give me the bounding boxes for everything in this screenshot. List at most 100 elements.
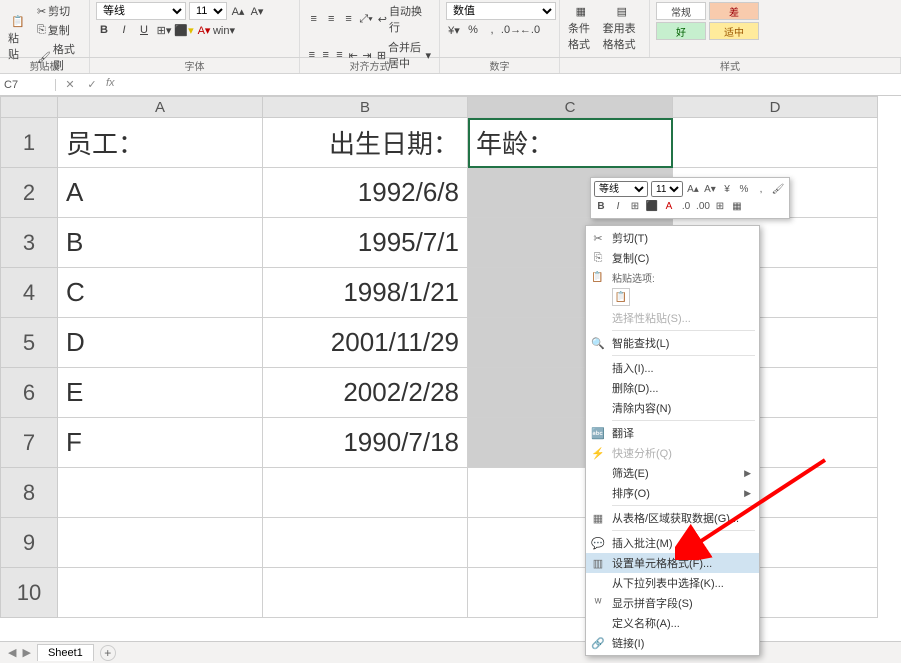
align-mid-icon[interactable]: ≡ xyxy=(323,11,338,27)
ctx-format-cells[interactable]: ▥设置单元格格式(F)... xyxy=(586,553,759,573)
row-head-3[interactable]: 3 xyxy=(0,218,58,268)
row-head-6[interactable]: 6 xyxy=(0,368,58,418)
mini-italic-icon[interactable]: I xyxy=(611,199,625,213)
increase-font-icon[interactable]: A▴ xyxy=(230,3,246,19)
col-head-d[interactable]: D xyxy=(673,96,878,118)
cell-a1[interactable]: 员工： xyxy=(58,118,263,168)
ctx-delete[interactable]: 删除(D)... xyxy=(586,378,759,398)
row-head-4[interactable]: 4 xyxy=(0,268,58,318)
mini-percent-icon[interactable]: % xyxy=(737,182,751,196)
cell-b8[interactable] xyxy=(263,468,468,518)
comma-icon[interactable]: , xyxy=(484,22,500,38)
number-format-select[interactable]: 数值 xyxy=(446,2,556,20)
enter-icon[interactable]: ✓ xyxy=(84,77,100,93)
col-head-c[interactable]: C xyxy=(468,96,673,118)
currency-icon[interactable]: ¥▾ xyxy=(446,22,462,38)
font-color-button[interactable]: A▾ xyxy=(196,22,212,38)
dec-decimal-icon[interactable]: ←.0 xyxy=(522,22,538,38)
cell-a10[interactable] xyxy=(58,568,263,618)
sheet-nav-prev[interactable]: ◀ xyxy=(8,646,16,659)
cell-b9[interactable] xyxy=(263,518,468,568)
mini-dec-font-icon[interactable]: A▾ xyxy=(703,182,717,196)
cell-b2[interactable]: 1992/6/8 xyxy=(263,168,468,218)
row-head-8[interactable]: 8 xyxy=(0,468,58,518)
mini-inc-dec-icon[interactable]: .0 xyxy=(679,199,693,213)
mini-currency-icon[interactable]: ¥ xyxy=(720,182,734,196)
row-head-9[interactable]: 9 xyxy=(0,518,58,568)
row-head-5[interactable]: 5 xyxy=(0,318,58,368)
ctx-filter[interactable]: 筛选(E)▶ xyxy=(586,463,759,483)
border-button[interactable]: ⊞▾ xyxy=(156,22,172,38)
align-bot-icon[interactable]: ≡ xyxy=(341,11,356,27)
ctx-smart-lookup[interactable]: 🔍智能查找(L) xyxy=(586,333,759,353)
mini-comma-icon[interactable]: , xyxy=(754,182,768,196)
decrease-font-icon[interactable]: A▾ xyxy=(249,3,265,19)
font-name-select[interactable]: 等线 xyxy=(96,2,186,20)
ctx-link[interactable]: 🔗链接(I) xyxy=(586,633,759,653)
cell-b3[interactable]: 1995/7/1 xyxy=(263,218,468,268)
cell-a9[interactable] xyxy=(58,518,263,568)
row-head-7[interactable]: 7 xyxy=(0,418,58,468)
cell-b7[interactable]: 1990/7/18 xyxy=(263,418,468,468)
ctx-from-table[interactable]: ▦从表格/区域获取数据(G)... xyxy=(586,508,759,528)
ctx-insert[interactable]: 插入(I)... xyxy=(586,358,759,378)
fill-color-button[interactable]: ⬛▾ xyxy=(176,22,192,38)
ctx-pick-list[interactable]: 从下拉列表中选择(K)... xyxy=(586,573,759,593)
cell-a3[interactable]: B xyxy=(58,218,263,268)
paste-button[interactable]: 📋 粘贴 xyxy=(6,14,30,63)
mini-font-select[interactable]: 等线 xyxy=(594,181,648,197)
cell-a5[interactable]: D xyxy=(58,318,263,368)
mini-merge-icon[interactable]: ⊞ xyxy=(713,199,727,213)
copy-button[interactable]: ⎘复制 xyxy=(35,21,83,39)
underline-button[interactable]: U xyxy=(136,22,152,38)
cell-style-normal[interactable]: 常规 xyxy=(656,2,706,20)
bold-button[interactable]: B xyxy=(96,22,112,38)
ctx-sort[interactable]: 排序(O)▶ xyxy=(586,483,759,503)
font-size-select[interactable]: 11 xyxy=(189,2,227,20)
mini-fill-icon[interactable]: ⬛ xyxy=(645,199,659,213)
cell-b1[interactable]: 出生日期： xyxy=(263,118,468,168)
row-head-10[interactable]: 10 xyxy=(0,568,58,618)
cell-c1[interactable]: 年龄： xyxy=(468,118,673,168)
cell-a8[interactable] xyxy=(58,468,263,518)
row-head-1[interactable]: 1 xyxy=(0,118,58,168)
percent-icon[interactable]: % xyxy=(465,22,481,38)
italic-button[interactable]: I xyxy=(116,22,132,38)
sheet-nav-next[interactable]: ▶ xyxy=(22,646,30,659)
mini-cond-icon[interactable]: ▦ xyxy=(730,199,744,213)
col-head-a[interactable]: A xyxy=(58,96,263,118)
select-all-corner[interactable] xyxy=(0,96,58,118)
mini-dec-dec-icon[interactable]: .00 xyxy=(696,199,710,213)
phonetic-button[interactable]: win▾ xyxy=(216,22,232,38)
cancel-icon[interactable]: ✕ xyxy=(62,77,78,93)
mini-bold-icon[interactable]: B xyxy=(594,199,608,213)
cell-b10[interactable] xyxy=(263,568,468,618)
cut-button[interactable]: ✂剪切 xyxy=(35,2,83,20)
mini-inc-font-icon[interactable]: A▴ xyxy=(686,182,700,196)
cell-a6[interactable]: E xyxy=(58,368,263,418)
ctx-phonetic[interactable]: ᵂ显示拼音字段(S) xyxy=(586,593,759,613)
add-sheet-button[interactable]: + xyxy=(100,645,116,661)
inc-decimal-icon[interactable]: .0→ xyxy=(503,22,519,38)
ctx-cut[interactable]: ✂剪切(T) xyxy=(586,228,759,248)
cell-b4[interactable]: 1998/1/21 xyxy=(263,268,468,318)
align-top-icon[interactable]: ≡ xyxy=(306,11,321,27)
ctx-copy[interactable]: ⎘复制(C) xyxy=(586,248,759,268)
ctx-insert-comment[interactable]: 💬插入批注(M) xyxy=(586,533,759,553)
cell-b6[interactable]: 2002/2/28 xyxy=(263,368,468,418)
cell-a2[interactable]: A xyxy=(58,168,263,218)
cell-style-good[interactable]: 好 xyxy=(656,22,706,40)
col-head-b[interactable]: B xyxy=(263,96,468,118)
fx-icon[interactable]: fx xyxy=(106,77,119,93)
row-head-2[interactable]: 2 xyxy=(0,168,58,218)
mini-fontcolor-icon[interactable]: A xyxy=(662,199,676,213)
ctx-translate[interactable]: 🔤翻译 xyxy=(586,423,759,443)
ctx-define-name[interactable]: 定义名称(A)... xyxy=(586,613,759,633)
mini-border-icon[interactable]: ⊞ xyxy=(628,199,642,213)
paste-option-1[interactable]: 📋 xyxy=(612,288,630,306)
cell-a7[interactable]: F xyxy=(58,418,263,468)
wrap-text-button[interactable]: ↩自动换行 xyxy=(376,2,433,36)
orientation-icon[interactable]: ⤢▾ xyxy=(358,11,373,27)
cell-style-neutral[interactable]: 适中 xyxy=(709,22,759,40)
ctx-clear[interactable]: 清除内容(N) xyxy=(586,398,759,418)
